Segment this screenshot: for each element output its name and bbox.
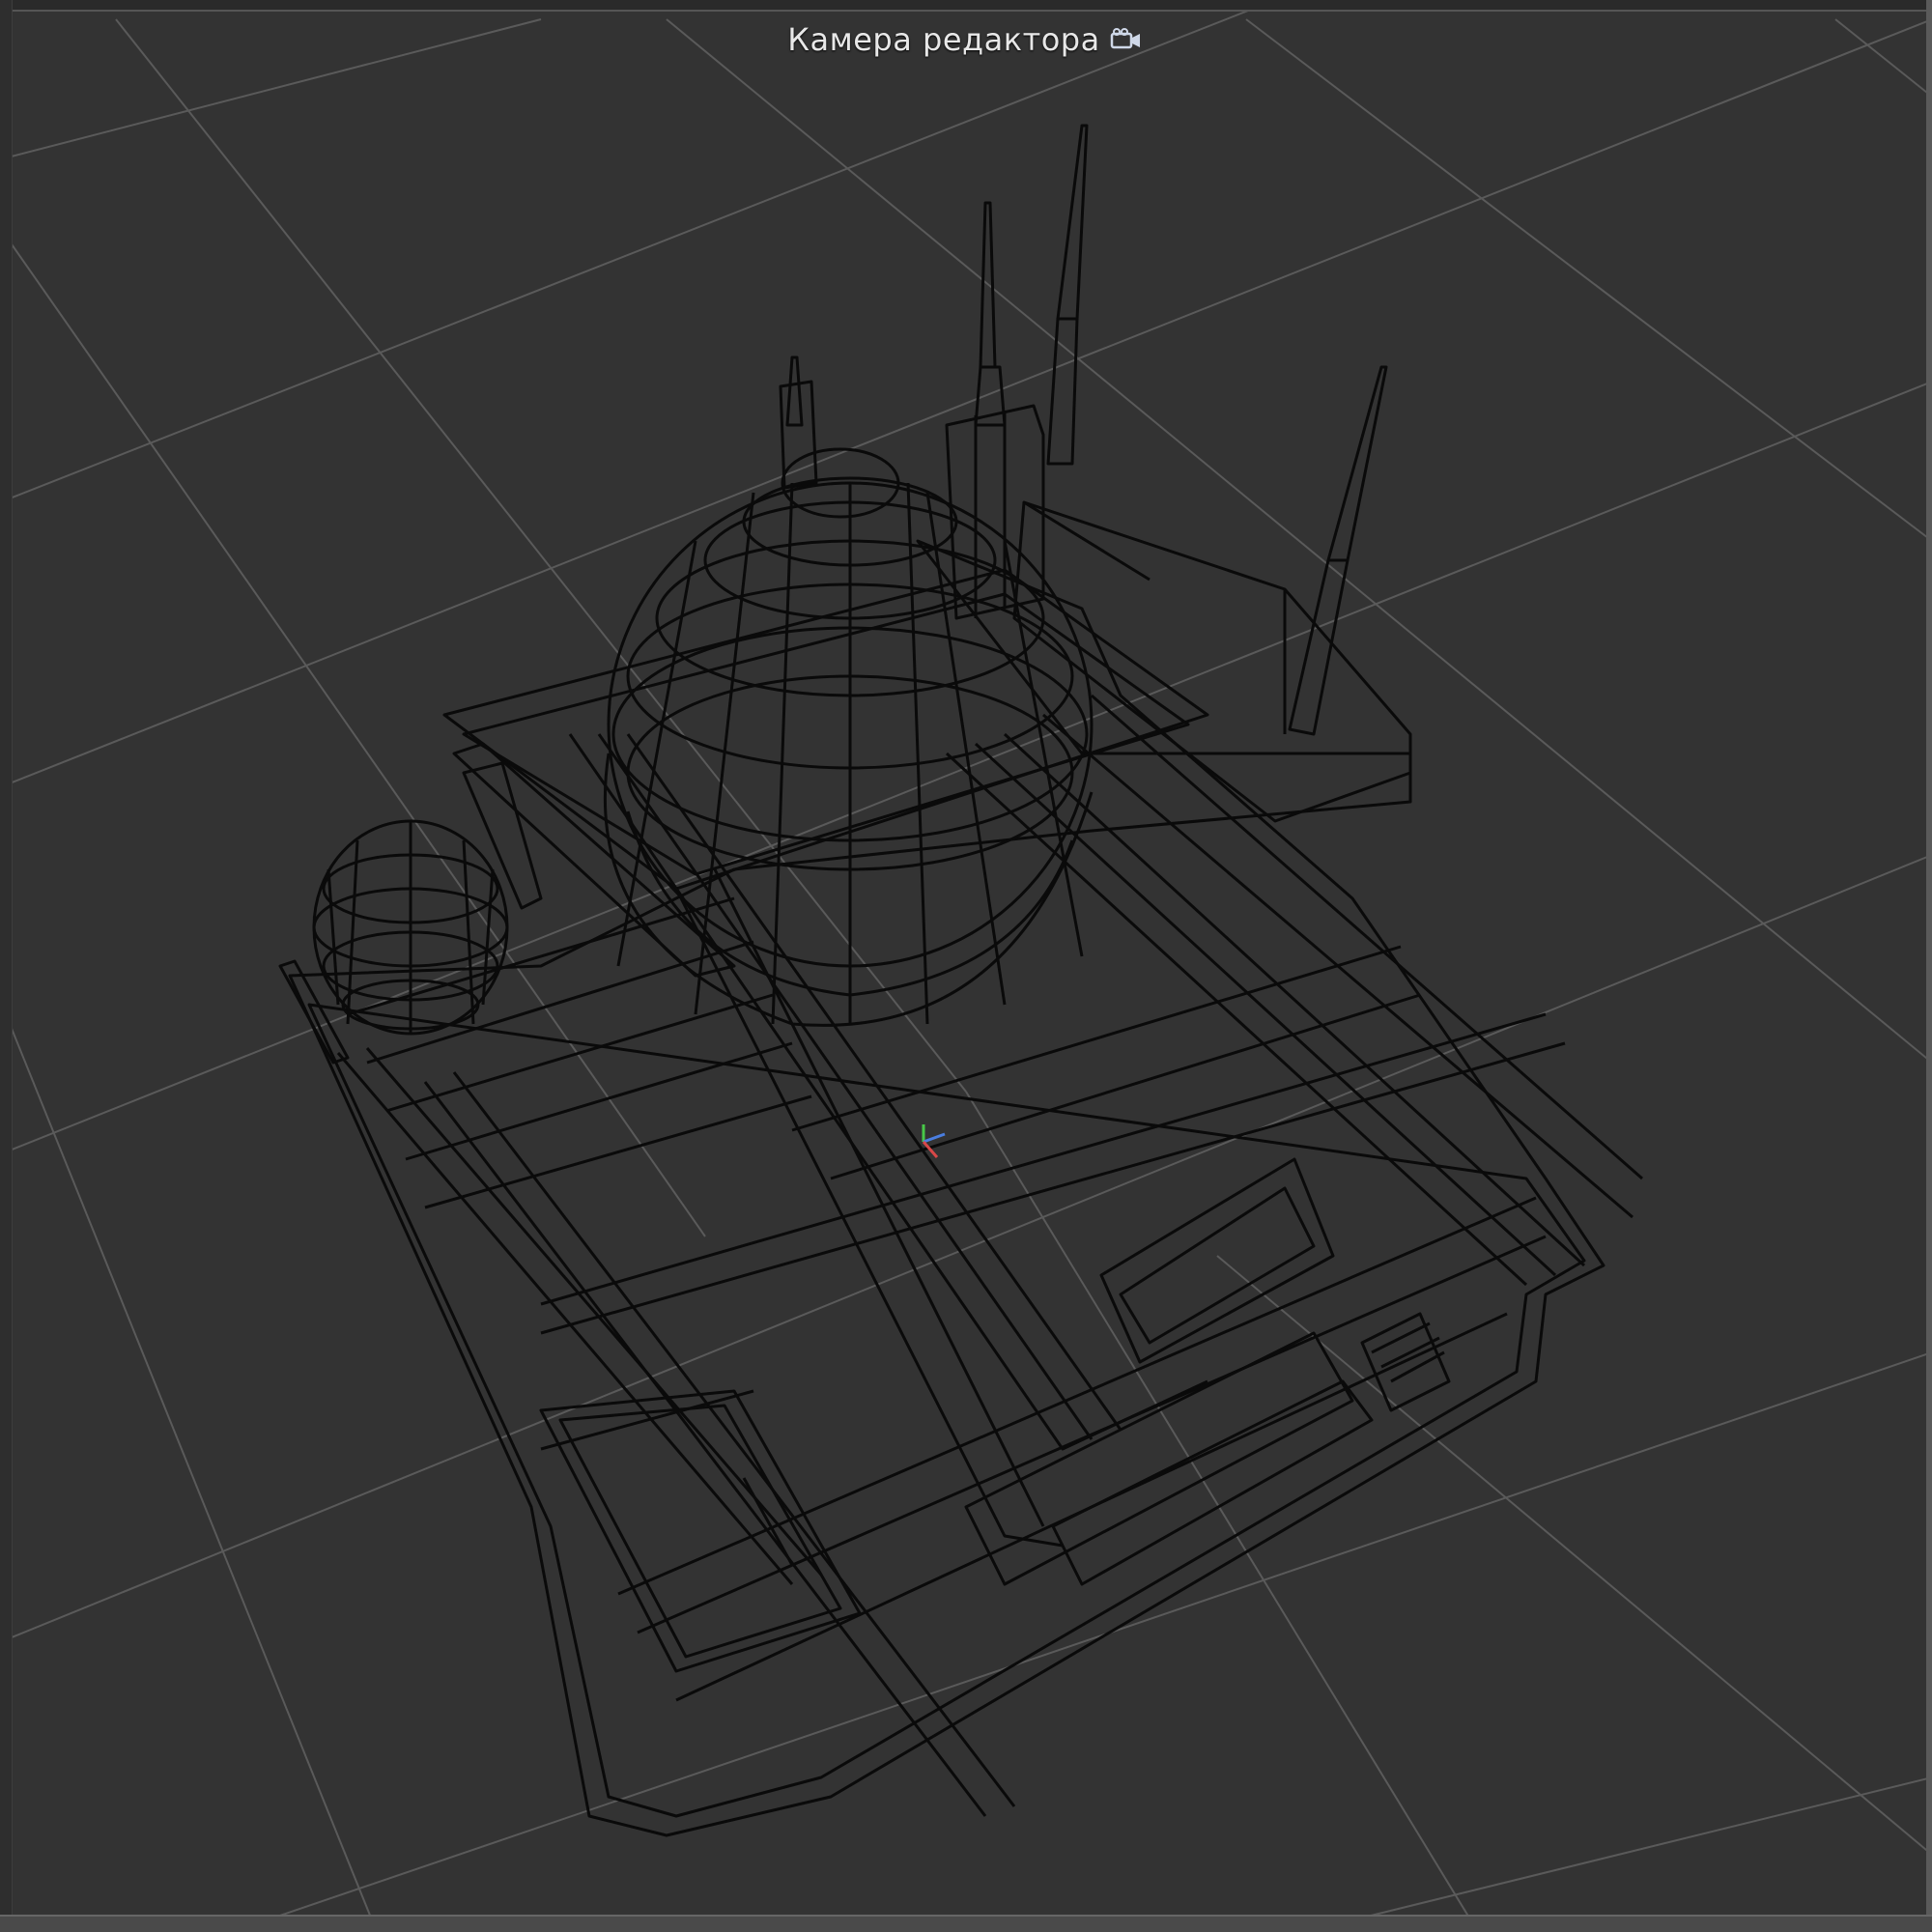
viewport-right-border (1926, 0, 1932, 1932)
viewport-top-border (0, 0, 1932, 12)
editor-viewport[interactable]: Камера редактора (0, 0, 1932, 1932)
camera-selector[interactable]: Камера редактора (787, 21, 1144, 58)
ground-grid (0, 0, 1932, 1932)
viewport-left-border (0, 0, 13, 1932)
viewport-bottom-border (0, 1915, 1932, 1932)
camera-name: Камера редактора (787, 21, 1100, 58)
video-camera-icon[interactable] (1108, 26, 1145, 53)
scene-canvas[interactable] (0, 0, 1932, 1932)
mosque-wireframe[interactable] (278, 124, 1643, 1837)
axis-gizmo (922, 1124, 946, 1158)
gizmo-x-axis (922, 1141, 939, 1158)
gizmo-z-axis (923, 1132, 946, 1144)
